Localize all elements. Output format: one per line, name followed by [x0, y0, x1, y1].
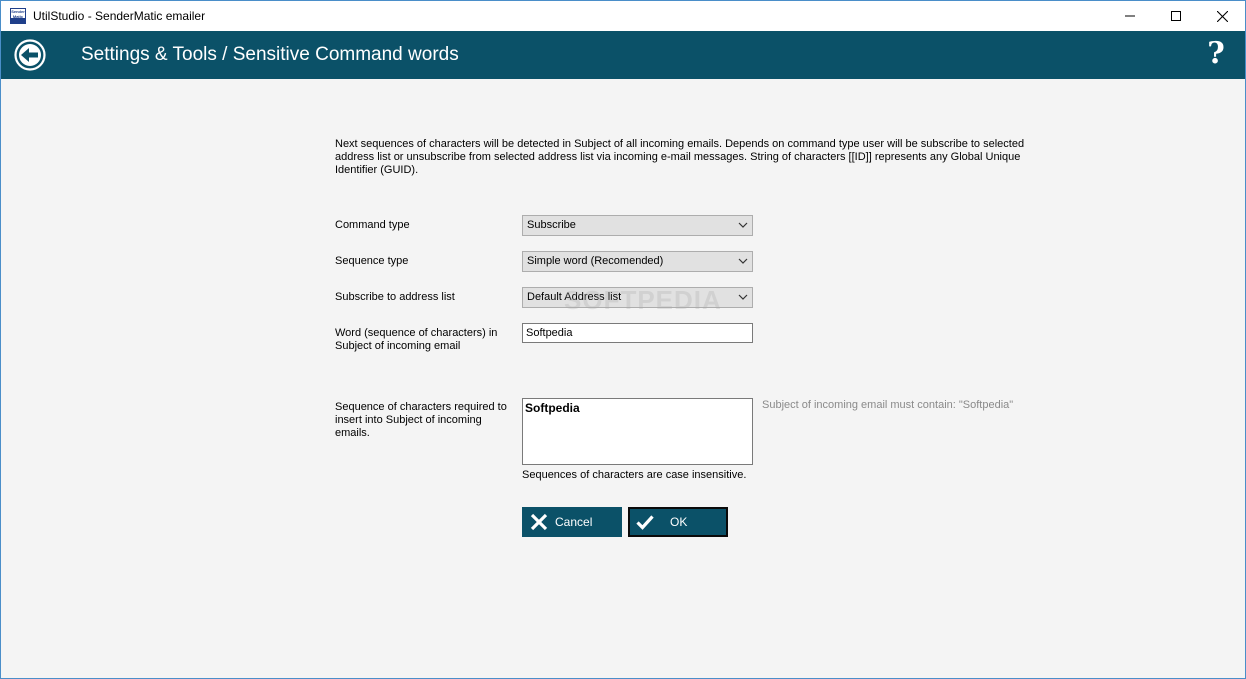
cancel-button[interactable]: Cancel	[522, 507, 622, 537]
close-button[interactable]	[1199, 1, 1245, 31]
word-input[interactable]: Softpedia	[522, 323, 753, 343]
sequence-type-label: Sequence type	[335, 255, 409, 267]
case-insensitive-note: Sequences of characters are case insensi…	[522, 469, 747, 481]
word-input-value: Softpedia	[526, 327, 573, 339]
sequence-preview-value: Softpedia	[525, 401, 580, 415]
command-type-label: Command type	[335, 219, 410, 231]
command-type-select[interactable]: Subscribe	[522, 215, 753, 236]
page-title: Settings & Tools / Sensitive Command wor…	[81, 44, 459, 65]
watermark: SOFTPEDIA	[564, 285, 722, 315]
sequence-type-select[interactable]: Simple word (Recomended)	[522, 251, 753, 272]
minimize-button[interactable]	[1107, 1, 1153, 31]
maximize-icon	[1171, 11, 1181, 21]
minimize-icon	[1125, 15, 1135, 17]
chevron-down-icon	[738, 258, 748, 264]
close-icon	[1216, 10, 1228, 22]
help-icon: ?	[1207, 36, 1225, 71]
app-logo-icon: Sender Matic	[10, 8, 26, 24]
window-title: UtilStudio - SenderMatic emailer	[33, 9, 206, 23]
ok-button[interactable]: OK	[628, 507, 728, 537]
back-button[interactable]	[14, 39, 46, 71]
address-list-label: Subscribe to address list	[335, 291, 455, 303]
close-icon	[530, 513, 548, 531]
help-button[interactable]: ?	[1204, 37, 1228, 71]
sequence-hint: Subject of incoming email must contain: …	[762, 399, 1014, 411]
app-window: Sender Matic UtilStudio - SenderMatic em…	[0, 0, 1246, 679]
sequence-preview-box[interactable]: Softpedia	[522, 398, 753, 465]
maximize-button[interactable]	[1153, 1, 1199, 31]
page-header: Settings & Tools / Sensitive Command wor…	[1, 31, 1245, 79]
checkmark-icon	[636, 515, 654, 530]
chevron-down-icon	[738, 294, 748, 300]
back-arrow-icon	[14, 39, 46, 71]
description-text: Next sequences of characters will be det…	[335, 138, 1025, 176]
word-label: Word (sequence of characters) in Subject…	[335, 327, 498, 352]
command-type-value: Subscribe	[527, 219, 576, 231]
ok-label: OK	[670, 515, 688, 529]
title-bar: Sender Matic UtilStudio - SenderMatic em…	[1, 1, 1245, 31]
chevron-down-icon	[738, 222, 748, 228]
sequence-type-value: Simple word (Recomended)	[527, 255, 664, 267]
cancel-label: Cancel	[555, 515, 593, 529]
sequence-label: Sequence of characters required to inser…	[335, 401, 507, 439]
